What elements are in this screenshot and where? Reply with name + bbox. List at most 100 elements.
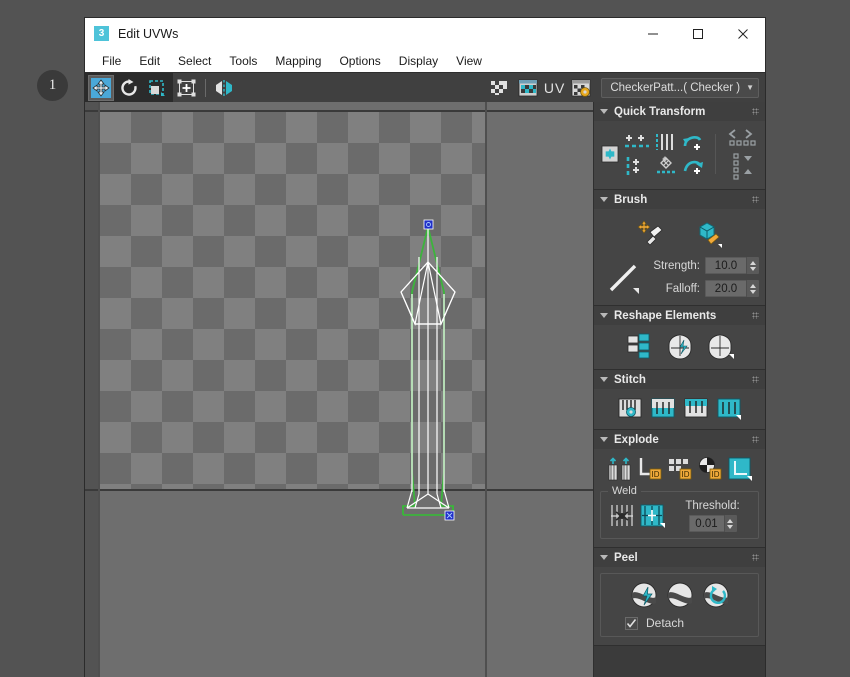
space-horizontal-button[interactable] [654, 131, 678, 153]
window-body: Quick Transform [85, 102, 765, 677]
spinner-arrows-icon[interactable] [724, 515, 736, 532]
minimize-icon[interactable] [630, 18, 675, 49]
brush-falloff-curve-button[interactable] [604, 257, 644, 297]
menu-item-options[interactable]: Options [330, 52, 389, 70]
rollout-header-peel[interactable]: Peel [594, 548, 765, 567]
break-button[interactable] [606, 455, 634, 483]
straighten-selection-button[interactable] [624, 331, 656, 361]
close-icon[interactable] [720, 18, 765, 49]
relax-until-flat-button[interactable] [664, 331, 696, 361]
rotate-cw-90-button[interactable] [680, 155, 706, 177]
rollout-header-quick-transform[interactable]: Quick Transform [594, 102, 765, 121]
break-by-smoothing-group-button[interactable]: ID [696, 455, 724, 483]
uv-edit-canvas[interactable] [85, 102, 593, 677]
menu-item-file[interactable]: File [93, 52, 130, 70]
grip-icon [752, 312, 759, 319]
freeform-mode-tool[interactable] [174, 75, 200, 101]
quick-peel-button[interactable] [628, 580, 660, 610]
rollout-body-peel: Detach [594, 567, 765, 645]
rollout-reshape-elements: Reshape Elements [594, 306, 765, 370]
command-panel[interactable]: Quick Transform [593, 102, 765, 677]
stitch-selected-button[interactable] [649, 395, 677, 421]
display-tool-group: UV [486, 73, 595, 103]
stitch-source-button[interactable] [682, 395, 710, 421]
flip-vertical-button[interactable] [725, 151, 759, 181]
stitch-custom-button[interactable] [616, 395, 644, 421]
chevron-down-icon: ▼ [746, 83, 754, 92]
brush-falloff-spinner[interactable]: 20.0 [705, 280, 759, 297]
rollout-title: Stitch [614, 374, 646, 386]
brush-strength-value[interactable]: 10.0 [706, 260, 746, 272]
window-titlebar[interactable]: 3 Edit UVWs [85, 18, 765, 49]
peel-frame: Detach [600, 573, 759, 637]
brush-falloff-value[interactable]: 20.0 [706, 283, 746, 295]
relax-brush-button[interactable] [691, 219, 725, 251]
peel-mode-button[interactable] [664, 580, 696, 610]
rollout-title: Reshape Elements [614, 310, 716, 322]
rollout-stitch: Stitch [594, 370, 765, 430]
main-toolbar: UV CheckerPatt...( Checker ) [85, 72, 765, 102]
rotate-ccw-90-button[interactable] [680, 131, 706, 153]
svg-text:ID: ID [711, 470, 719, 479]
menu-item-display[interactable]: Display [390, 52, 447, 70]
map-select-combo[interactable]: CheckerPatt...( Checker ) ▼ [601, 78, 759, 98]
target-weld-button[interactable] [637, 501, 667, 531]
spinner-arrows-icon[interactable] [746, 257, 758, 274]
break-by-angle-button[interactable]: ID [636, 455, 664, 483]
window-title: Edit UVWs [118, 27, 178, 41]
reshape-buttons [600, 331, 759, 361]
rollout-header-reshape-elements[interactable]: Reshape Elements [594, 306, 765, 325]
rollout-body-brush: Strength: 10.0 Falloff: 20.0 [594, 209, 765, 305]
menu-item-tools[interactable]: Tools [220, 52, 266, 70]
mirror-tool[interactable] [211, 75, 237, 101]
align-pivot-button[interactable] [600, 141, 619, 167]
maximize-icon[interactable] [675, 18, 720, 49]
weld-group-title: Weld [608, 485, 641, 497]
relax-options-button[interactable] [704, 331, 736, 361]
chevron-down-icon [600, 109, 608, 114]
weld-threshold-spinner[interactable]: 0.01 [689, 515, 737, 532]
menu-item-mapping[interactable]: Mapping [266, 52, 330, 70]
brush-strength-label: Strength: [653, 260, 700, 272]
uv-texture-display-icon[interactable] [515, 75, 541, 101]
brush-strength-spinner[interactable]: 10.0 [705, 257, 759, 274]
menubar: File Edit Select Tools Mapping Options D… [85, 49, 765, 72]
rollout-title: Quick Transform [614, 106, 705, 118]
brush-buttons [600, 215, 759, 251]
spinner-arrows-icon[interactable] [746, 280, 758, 297]
menu-item-edit[interactable]: Edit [130, 52, 169, 70]
paint-move-brush-button[interactable] [635, 219, 669, 251]
rollout-title: Explode [614, 434, 659, 446]
space-vertical-button[interactable] [654, 155, 678, 177]
window-controls [630, 18, 765, 49]
pelt-map-button[interactable] [700, 580, 732, 610]
open-uv-editor-options-icon[interactable] [568, 75, 594, 101]
break-by-element-button[interactable] [726, 455, 754, 483]
menu-item-view[interactable]: View [447, 52, 491, 70]
rollout-title: Brush [614, 194, 647, 206]
align-vertical-button[interactable] [622, 155, 652, 177]
rollout-header-stitch[interactable]: Stitch [594, 370, 765, 389]
break-by-material-id-button[interactable]: ID [666, 455, 694, 483]
flip-horizontal-button[interactable] [725, 127, 759, 147]
brush-falloff-label: Falloff: [666, 283, 700, 295]
rollout-peel: Peel [594, 548, 765, 646]
step-badge: 1 [37, 70, 68, 101]
rollout-header-brush[interactable]: Brush [594, 190, 765, 209]
detach-checkbox[interactable] [625, 617, 638, 630]
stitch-target-button[interactable] [715, 395, 743, 421]
weld-threshold-label: Threshold: [673, 500, 752, 512]
scale-tool[interactable] [144, 75, 170, 101]
weld-group: Weld [600, 491, 759, 539]
weld-selected-button[interactable] [607, 501, 637, 531]
peel-buttons [607, 580, 752, 610]
svg-text:ID: ID [651, 470, 659, 479]
move-tool[interactable] [88, 75, 114, 101]
show-map-checker-icon[interactable] [487, 75, 513, 101]
rotate-tool[interactable] [116, 75, 142, 101]
align-horizontal-button[interactable] [622, 131, 652, 153]
weld-threshold-value[interactable]: 0.01 [690, 518, 724, 530]
detach-checkbox-row[interactable]: Detach [607, 616, 752, 630]
rollout-header-explode[interactable]: Explode [594, 430, 765, 449]
menu-item-select[interactable]: Select [169, 52, 220, 70]
